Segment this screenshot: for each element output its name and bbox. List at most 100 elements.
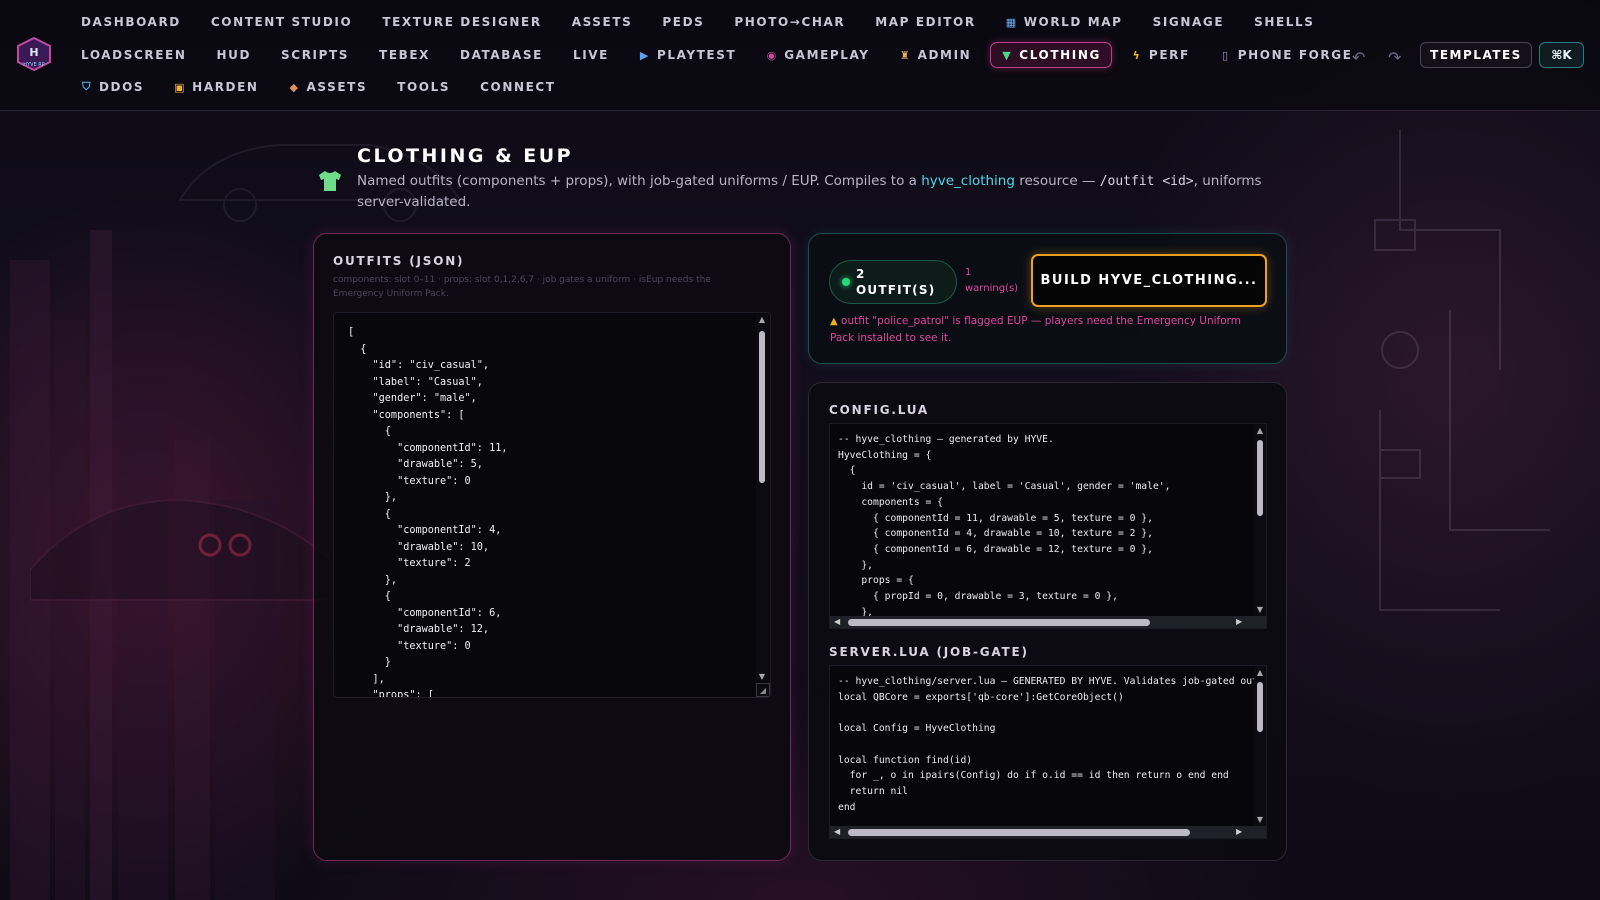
nav-label: SCRIPTS xyxy=(281,48,350,62)
scroll-down-icon[interactable]: ▼ xyxy=(1255,605,1265,614)
nav-phone-forge[interactable]: ▯ PHONE FORGE xyxy=(1209,42,1364,68)
lightning-icon: ϟ xyxy=(1132,48,1142,62)
config-lua-viewer[interactable]: -- hyve_clothing — generated by HYVE. Hy… xyxy=(829,423,1267,629)
scroll-up-icon[interactable]: ▲ xyxy=(1255,668,1265,677)
page-description: Named outfits (components + props), with… xyxy=(357,171,1272,212)
nav-assets-secondary[interactable]: ◆ ASSETS xyxy=(278,74,379,100)
nav-label: CONNECT xyxy=(480,80,556,94)
nav-label: LIVE xyxy=(572,48,609,62)
nav-shells[interactable]: SHELLS xyxy=(1243,9,1325,35)
nav-row-secondary: LOADSCREEN HUD SCRIPTS TEBEX DATABASE LI… xyxy=(70,40,1372,70)
scroll-left-icon[interactable]: ◀ xyxy=(834,616,840,628)
config-lua-code[interactable]: -- hyve_clothing — generated by HYVE. Hy… xyxy=(838,432,1170,620)
json-code[interactable]: [ { "id": "civ_casual", "label": "Casual… xyxy=(348,325,748,697)
scroll-thumb[interactable] xyxy=(1257,682,1263,732)
templates-button[interactable]: TEMPLATES xyxy=(1420,42,1532,68)
scroll-thumb[interactable] xyxy=(848,619,1150,626)
nav-label: CONTENT STUDIO xyxy=(210,15,353,29)
nav-label: SHELLS xyxy=(1254,15,1315,29)
nav-database[interactable]: DATABASE xyxy=(449,42,554,68)
server-lua-title: SERVER.LUA (JOB-GATE) xyxy=(829,645,1029,659)
nav-admin[interactable]: ♜ ADMIN xyxy=(889,42,983,68)
nav-label: TEBEX xyxy=(379,48,431,62)
warning-count: 1 warning(s) xyxy=(965,267,1019,294)
nav-label: CLOTHING xyxy=(1019,48,1101,62)
top-navigation: H HYVE RP DASHBOARD CONTENT STUDIO TEXTU… xyxy=(0,0,1600,111)
nav-dashboard[interactable]: DASHBOARD xyxy=(70,9,192,35)
eup-warning: ▲ outfit "police_patrol" is flagged EUP … xyxy=(830,313,1260,346)
server-lua-viewer[interactable]: -- hyve_clothing/server.lua — GENERATED … xyxy=(829,665,1267,839)
server-horizontal-scrollbar[interactable]: ◀ ▶ xyxy=(830,826,1266,838)
build-resource-button[interactable]: BUILD HYVE_CLOTHING... xyxy=(1031,254,1267,307)
nav-label: DDOS xyxy=(99,80,145,94)
generated-code-panel: CONFIG.LUA -- hyve_clothing — generated … xyxy=(808,382,1287,861)
nav-world-map[interactable]: ▦ WORLD MAP xyxy=(995,9,1134,35)
resize-handle-icon[interactable]: ◢ xyxy=(756,683,770,697)
play-icon: ▶ xyxy=(639,48,650,62)
logo[interactable]: H HYVE RP xyxy=(15,37,53,71)
build-panel: 2 OUTFIT(S) 1 warning(s) BUILD HYVE_CLOT… xyxy=(808,233,1287,364)
lock-icon: ▣ xyxy=(174,80,187,94)
nav-playtest[interactable]: ▶ PLAYTEST xyxy=(628,42,747,68)
nav-label: TEXTURE DESIGNER xyxy=(382,15,542,29)
nav-label: ASSETS xyxy=(306,80,368,94)
nav-connect[interactable]: CONNECT xyxy=(469,74,566,100)
nav-texture-designer[interactable]: TEXTURE DESIGNER xyxy=(371,9,552,35)
nav-scripts[interactable]: SCRIPTS xyxy=(270,42,360,68)
config-vertical-scrollbar[interactable]: ▲ ▼ xyxy=(1254,424,1266,616)
nav-peds[interactable]: PEDS xyxy=(651,9,715,35)
nav-content-studio[interactable]: CONTENT STUDIO xyxy=(200,9,363,35)
shirt-icon xyxy=(319,171,341,191)
scroll-down-icon[interactable]: ▼ xyxy=(1255,815,1265,824)
nav-map-editor[interactable]: MAP EDITOR xyxy=(864,9,986,35)
nav-label: TOOLS xyxy=(397,80,451,94)
nav-loadscreen[interactable]: LOADSCREEN xyxy=(70,42,197,68)
redo-icon[interactable]: ↷ xyxy=(1388,48,1401,67)
nav-perf[interactable]: ϟ PERF xyxy=(1120,42,1201,68)
scroll-thumb[interactable] xyxy=(759,331,765,483)
nav-label: PHOTO→CHAR xyxy=(734,15,846,29)
nav-label: DATABASE xyxy=(460,48,543,62)
outfits-hint: components: slot 0–11 · props: slot 0,1,… xyxy=(333,275,711,299)
json-vertical-scrollbar[interactable]: ▲ ▼ xyxy=(756,315,768,681)
scroll-thumb[interactable] xyxy=(1257,440,1263,516)
nav-hud[interactable]: HUD xyxy=(205,42,262,68)
nav-clothing[interactable]: ▼ CLOTHING xyxy=(990,42,1112,68)
nav-label: WORLD MAP xyxy=(1023,15,1123,29)
nav-tebex[interactable]: TEBEX xyxy=(368,42,441,68)
scroll-left-icon[interactable]: ◀ xyxy=(834,826,840,838)
nav-label: DASHBOARD xyxy=(81,15,181,29)
nav-row-tertiary: ⛉ DDOS ▣ HARDEN ◆ ASSETS TOOLS CONNECT xyxy=(70,74,575,100)
nav-ddos[interactable]: ⛉ DDOS xyxy=(70,74,155,100)
config-horizontal-scrollbar[interactable]: ◀ ▶ xyxy=(830,616,1266,628)
config-lua-title: CONFIG.LUA xyxy=(829,403,930,417)
nav-harden[interactable]: ▣ HARDEN xyxy=(163,74,269,100)
scroll-up-icon[interactable]: ▲ xyxy=(757,315,767,324)
scroll-right-icon[interactable]: ▶ xyxy=(1236,826,1242,838)
nav-signage[interactable]: SIGNAGE xyxy=(1142,9,1236,35)
nav-label: PHONE FORGE xyxy=(1237,48,1353,62)
svg-text:HYVE RP: HYVE RP xyxy=(23,62,44,68)
server-lua-code[interactable]: -- hyve_clothing/server.lua — GENERATED … xyxy=(838,674,1258,815)
outfit-count-badge: 2 OUTFIT(S) xyxy=(829,260,957,304)
nav-label: MAP EDITOR xyxy=(875,15,976,29)
scroll-thumb[interactable] xyxy=(848,829,1190,836)
command-palette-button[interactable]: ⌘K xyxy=(1539,42,1584,68)
nav-photo-char[interactable]: PHOTO→CHAR xyxy=(723,9,856,35)
nav-live[interactable]: LIVE xyxy=(562,42,620,68)
nav-row-primary: DASHBOARD CONTENT STUDIO TEXTURE DESIGNE… xyxy=(70,8,1334,36)
nav-label: SIGNAGE xyxy=(1152,15,1225,29)
scroll-up-icon[interactable]: ▲ xyxy=(1255,426,1265,435)
nav-assets[interactable]: ASSETS xyxy=(561,9,644,35)
warning-text: outfit "police_patrol" is flagged EUP — … xyxy=(830,315,1242,344)
outfits-json-editor[interactable]: [ { "id": "civ_casual", "label": "Casual… xyxy=(333,312,771,698)
svg-text:H: H xyxy=(29,46,38,59)
nav-tools[interactable]: TOOLS xyxy=(386,74,461,100)
nav-label: HARDEN xyxy=(192,80,259,94)
undo-icon[interactable]: ↶ xyxy=(1352,48,1365,67)
nav-gameplay[interactable]: ◉ GAMEPLAY xyxy=(755,42,880,68)
scroll-down-icon[interactable]: ▼ xyxy=(757,672,767,681)
scroll-right-icon[interactable]: ▶ xyxy=(1236,616,1242,628)
command-text: /outfit <id> xyxy=(1099,174,1194,189)
server-vertical-scrollbar[interactable]: ▲ ▼ xyxy=(1254,666,1266,826)
